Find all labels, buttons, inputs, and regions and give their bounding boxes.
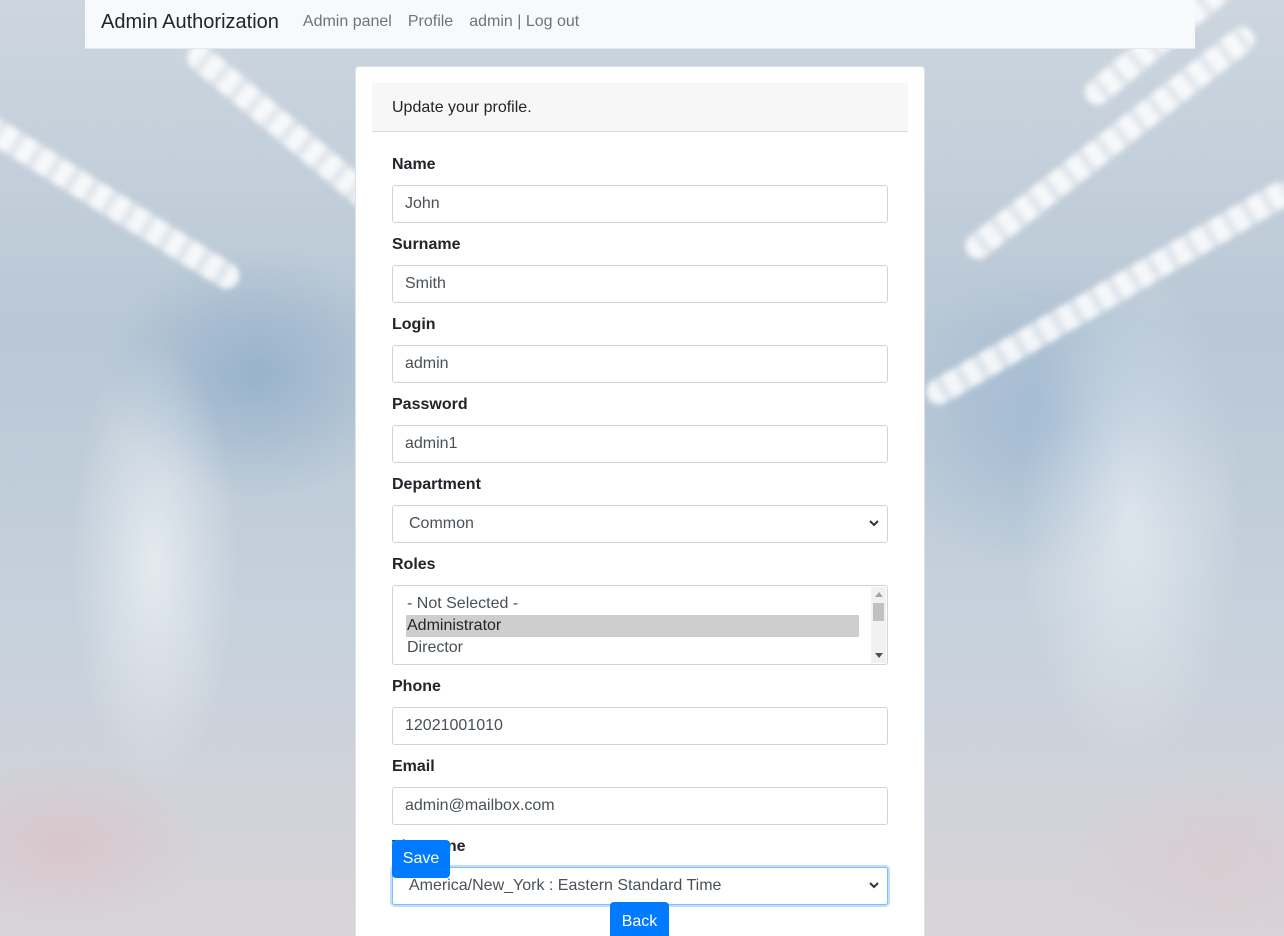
phone-input-value: 12021001010 [405,717,503,734]
top-navbar: Admin Authorization Admin panel Profile … [85,0,1195,49]
timezone-label: Timezone [392,837,888,857]
nav-link-logout[interactable]: admin | Log out [469,13,579,31]
roles-listbox[interactable]: - Not Selected - Administrator Director [392,585,888,665]
email-label: Email [392,758,435,775]
chevron-down-icon [869,882,879,889]
password-label: Password [392,396,468,413]
nav-link-profile[interactable]: Profile [408,13,453,31]
profile-card: Update your profile. Name John Surname S… [355,66,925,936]
roles-option-not-selected[interactable]: - Not Selected - [406,593,859,615]
login-input-value: admin [405,355,449,372]
email-input-value: admin@mailbox.com [405,797,555,814]
password-input[interactable]: admin1 [392,425,888,463]
name-input[interactable]: John [392,185,888,223]
password-input-value: admin1 [405,435,458,452]
background-light-beam [921,176,1284,410]
scrollbar-thumb[interactable] [873,603,884,621]
phone-label: Phone [392,678,441,695]
department-label: Department [392,476,481,493]
surname-input-value: Smith [405,275,446,292]
department-select-value: Common [409,515,474,532]
timezone-select-value: America/New_York : Eastern Standard Time [409,877,722,894]
surname-input[interactable]: Smith [392,265,888,303]
department-select[interactable]: Common [392,505,888,543]
scroll-up-arrow-icon[interactable] [875,592,883,597]
nav-link-admin-panel[interactable]: Admin panel [303,13,392,31]
chevron-down-icon [869,520,879,527]
roles-scrollbar[interactable] [871,587,886,663]
back-button[interactable]: Back [610,902,669,936]
background-light-beam [0,112,245,294]
phone-input[interactable]: 12021001010 [392,707,888,745]
roles-option-administrator[interactable]: Administrator [406,615,859,637]
login-input[interactable]: admin [392,345,888,383]
roles-option-director[interactable]: Director [406,637,859,659]
name-label: Name [392,156,436,173]
save-button[interactable]: Save [392,840,450,878]
name-input-value: John [405,195,440,212]
card-header: Update your profile. [372,83,908,132]
login-label: Login [392,316,436,333]
surname-label: Surname [392,236,461,253]
profile-form: Name John Surname Smith Login admin Pass… [392,155,888,917]
roles-label: Roles [392,556,436,573]
timezone-select[interactable]: America/New_York : Eastern Standard Time [392,867,888,905]
email-input[interactable]: admin@mailbox.com [392,787,888,825]
navbar-brand[interactable]: Admin Authorization [101,11,279,34]
scroll-down-arrow-icon[interactable] [875,653,883,658]
